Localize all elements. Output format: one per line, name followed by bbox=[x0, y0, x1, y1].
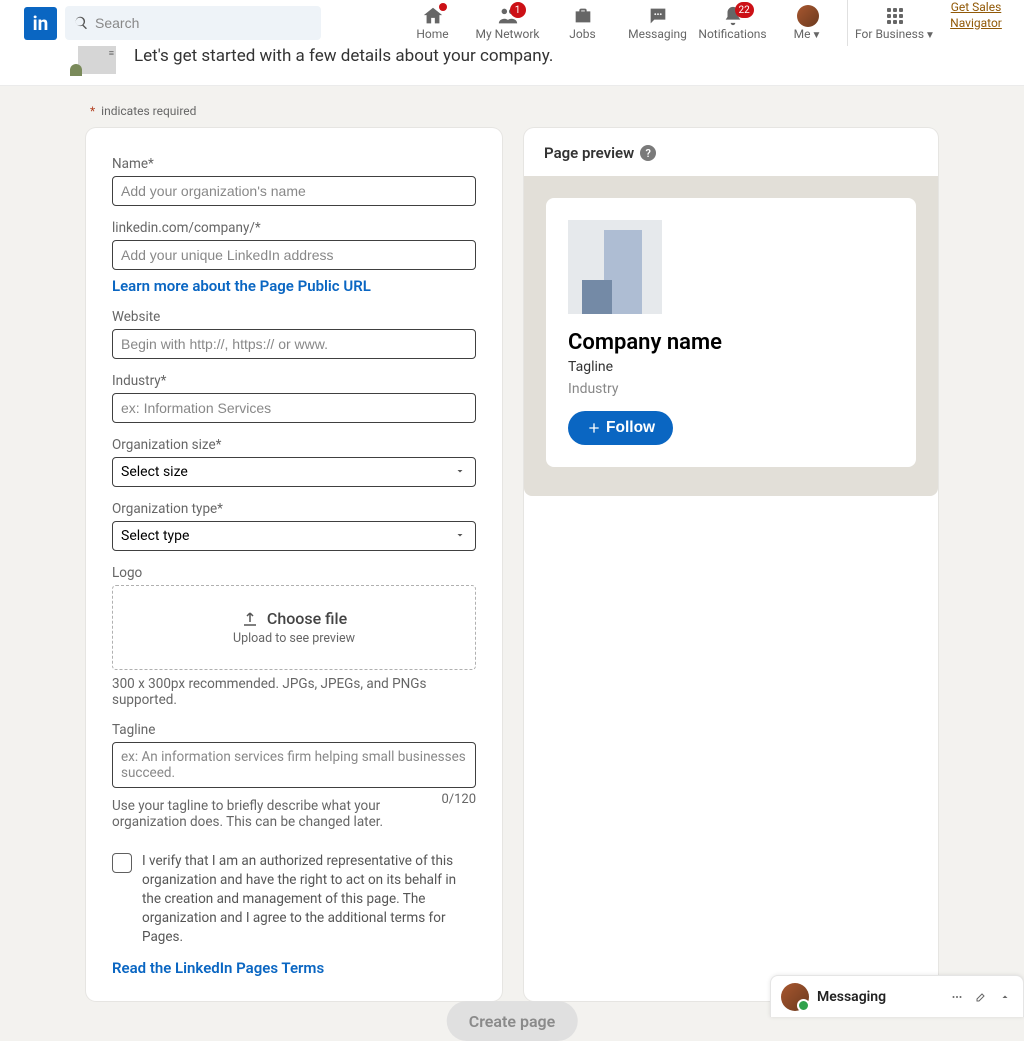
tagline-input[interactable] bbox=[112, 742, 476, 788]
preview-title: Page preview bbox=[544, 144, 634, 162]
company-form-card: Name* linkedin.com/company/* Learn more … bbox=[86, 128, 502, 1001]
type-select[interactable]: Select type bbox=[112, 521, 476, 551]
linkedin-logo[interactable]: in bbox=[24, 7, 57, 40]
logo-choose-text: Choose file bbox=[267, 609, 347, 628]
logo-label: Logo bbox=[112, 565, 476, 581]
create-page-button[interactable]: Create page bbox=[447, 1001, 578, 1041]
nav-business[interactable]: For Business▼ bbox=[850, 0, 940, 46]
preview-company-name: Company name bbox=[568, 330, 894, 355]
nav-divider bbox=[847, 0, 848, 46]
apps-grid-icon bbox=[887, 8, 903, 24]
size-label: Organization size* bbox=[112, 437, 476, 453]
compose-icon[interactable] bbox=[973, 989, 989, 1005]
chevron-up-icon[interactable] bbox=[997, 989, 1013, 1005]
terms-link[interactable]: Read the LinkedIn Pages Terms bbox=[112, 959, 324, 977]
nav-business-label: For Business▼ bbox=[855, 27, 935, 42]
follow-label: Follow bbox=[606, 419, 655, 437]
nav-me-label: Me▼ bbox=[794, 27, 822, 42]
search-box[interactable] bbox=[65, 6, 321, 40]
chevron-down-icon: ▼ bbox=[811, 30, 821, 41]
preview-card: Page preview ? Company name Tagline Indu… bbox=[524, 128, 938, 1001]
help-icon[interactable]: ? bbox=[640, 145, 656, 161]
tagline-label: Tagline bbox=[112, 722, 476, 738]
nav-jobs-label: Jobs bbox=[569, 27, 595, 41]
url-label: linkedin.com/company/* bbox=[112, 220, 476, 236]
messaging-bar[interactable]: Messaging bbox=[770, 975, 1024, 1017]
network-badge: 1 bbox=[510, 2, 526, 18]
messaging-icon bbox=[647, 5, 669, 27]
search-icon bbox=[73, 15, 89, 31]
nav-messaging-label: Messaging bbox=[628, 27, 687, 41]
url-learn-more-link[interactable]: Learn more about the Page Public URL bbox=[112, 277, 371, 295]
verify-text: I verify that I am an authorized represe… bbox=[142, 852, 476, 946]
logo-upload[interactable]: Choose file Upload to see preview bbox=[112, 585, 476, 670]
tagline-helper: Use your tagline to briefly describe wha… bbox=[112, 798, 431, 830]
home-badge bbox=[439, 3, 447, 11]
messaging-avatar bbox=[781, 983, 809, 1011]
preview-company-card: Company name Tagline Industry Follow bbox=[546, 198, 916, 467]
page-type-icon: ≡ bbox=[78, 46, 116, 74]
nav-me[interactable]: Me▼ bbox=[770, 0, 845, 46]
plus-icon bbox=[586, 420, 602, 436]
top-nav: in Home 1 My Network Jobs Messaging 22 N… bbox=[0, 0, 1024, 46]
subheader: ≡ Let's get started with a few details a… bbox=[0, 46, 1024, 86]
logo-sub-text: Upload to see preview bbox=[233, 631, 355, 646]
name-input[interactable] bbox=[112, 176, 476, 206]
avatar-icon bbox=[797, 5, 819, 27]
subheader-text: Let's get started with a few details abo… bbox=[134, 46, 553, 66]
url-input[interactable] bbox=[112, 240, 476, 270]
ellipsis-icon[interactable] bbox=[949, 989, 965, 1005]
jobs-icon bbox=[572, 5, 594, 27]
nav-network[interactable]: 1 My Network bbox=[470, 0, 545, 46]
nav-messaging[interactable]: Messaging bbox=[620, 0, 695, 46]
name-label: Name* bbox=[112, 156, 476, 172]
nav-home[interactable]: Home bbox=[395, 0, 470, 46]
logo-helper-text: 300 x 300px recommended. JPGs, JPEGs, an… bbox=[112, 676, 476, 708]
industry-input[interactable] bbox=[112, 393, 476, 423]
nav-notifications-label: Notifications bbox=[698, 27, 766, 41]
required-indicator: *indicates required bbox=[90, 104, 938, 118]
nav-home-label: Home bbox=[416, 27, 448, 41]
upload-icon bbox=[241, 610, 259, 628]
preview-canvas: Company name Tagline Industry Follow bbox=[524, 176, 938, 496]
preview-tagline: Tagline bbox=[568, 359, 894, 375]
type-label: Organization type* bbox=[112, 501, 476, 517]
placeholder-logo bbox=[568, 220, 662, 314]
chevron-down-icon: ▼ bbox=[925, 30, 935, 41]
search-input[interactable] bbox=[95, 15, 313, 31]
follow-button[interactable]: Follow bbox=[568, 411, 673, 445]
notifications-badge: 22 bbox=[735, 2, 754, 18]
nav-items: Home 1 My Network Jobs Messaging 22 Noti… bbox=[395, 0, 1012, 46]
preview-industry: Industry bbox=[568, 381, 894, 397]
nav-notifications[interactable]: 22 Notifications bbox=[695, 0, 770, 46]
verify-checkbox[interactable] bbox=[112, 853, 132, 873]
messaging-label: Messaging bbox=[817, 989, 941, 1005]
size-select[interactable]: Select size bbox=[112, 457, 476, 487]
website-input[interactable] bbox=[112, 329, 476, 359]
nav-jobs[interactable]: Jobs bbox=[545, 0, 620, 46]
nav-network-label: My Network bbox=[476, 27, 540, 41]
tagline-counter: 0/120 bbox=[441, 792, 476, 830]
website-label: Website bbox=[112, 309, 476, 325]
industry-label: Industry* bbox=[112, 373, 476, 389]
sales-navigator-link[interactable]: Get Sales Navigator bbox=[940, 0, 1012, 46]
